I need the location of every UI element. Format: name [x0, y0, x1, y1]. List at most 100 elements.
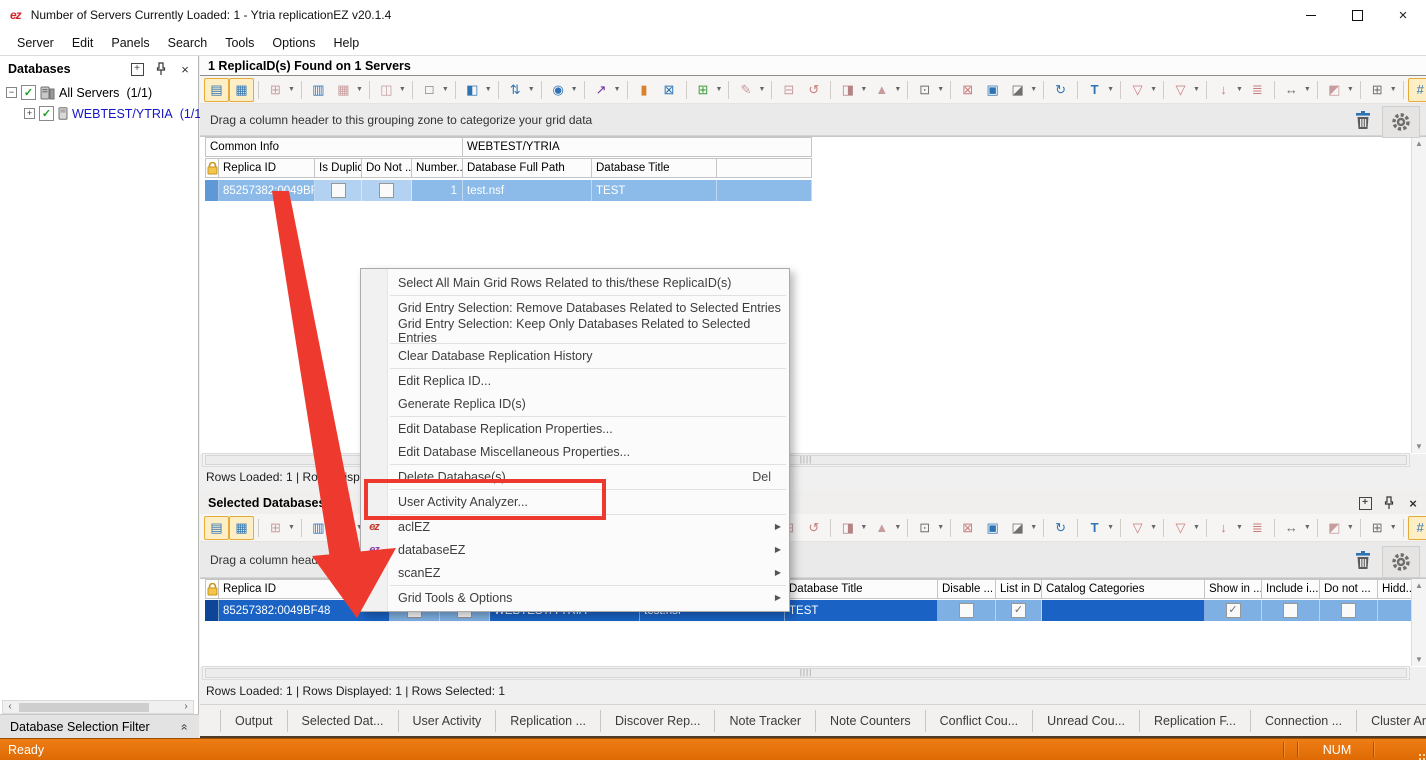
- scrollbar-thumb[interactable]: ||||: [205, 668, 1407, 678]
- cell-show-in[interactable]: ✓: [1205, 600, 1262, 621]
- cell-include-i[interactable]: [1262, 600, 1320, 621]
- filter-selected-button[interactable]: ▽: [1168, 78, 1193, 102]
- column-header-database-title[interactable]: Database Title: [785, 579, 938, 599]
- scrollbar-thumb[interactable]: [19, 703, 149, 712]
- column-header-include-i[interactable]: Include i...: [1262, 579, 1320, 599]
- tree-checkbox[interactable]: ✓: [39, 106, 54, 121]
- view-rows-button[interactable]: ▤: [204, 516, 229, 540]
- scroll-up-icon[interactable]: ▲: [1415, 579, 1423, 592]
- refresh-grid-button[interactable]: ▣: [980, 78, 1005, 102]
- view-rows-button[interactable]: ▤: [204, 78, 229, 102]
- column-header-blank[interactable]: [205, 158, 219, 178]
- column-header-do-not[interactable]: Do Not ...: [362, 158, 412, 178]
- expand-rows-button[interactable]: ≣: [1245, 78, 1270, 102]
- dropdown-arrow-icon[interactable]: ▼: [1150, 86, 1157, 93]
- sort-button[interactable]: ↓: [1211, 78, 1236, 102]
- group-header-common-info[interactable]: Common Info: [205, 137, 463, 157]
- dropdown-arrow-icon[interactable]: ▼: [894, 524, 901, 531]
- dropdown-arrow-icon[interactable]: ▼: [485, 86, 492, 93]
- dropdown-arrow-icon[interactable]: ▼: [937, 524, 944, 531]
- checkbox[interactable]: [1341, 603, 1356, 618]
- dropdown-arrow-icon[interactable]: ▼: [1107, 86, 1114, 93]
- cell-replica-id[interactable]: 85257382:0049BF48: [219, 180, 315, 201]
- tab-connection[interactable]: Connection ...: [1251, 710, 1357, 732]
- time-columns-button[interactable]: ◨: [835, 78, 860, 102]
- pin-icon[interactable]: [154, 62, 168, 76]
- menu-item-grid-tools-options[interactable]: Grid Tools & Options▶: [361, 586, 789, 609]
- view-grid-button[interactable]: ▦: [229, 78, 254, 102]
- tree-item-webtest-ytria[interactable]: +✓WEBTEST/YTRIA(1/1): [0, 103, 198, 124]
- dropdown-arrow-icon[interactable]: ▼: [571, 86, 578, 93]
- dropdown-arrow-icon[interactable]: ▼: [1236, 86, 1243, 93]
- tab-cluster-anal[interactable]: Cluster Anal...: [1357, 710, 1426, 732]
- grouping-zone[interactable]: Drag a column header to this grouping zo…: [200, 104, 1426, 136]
- sidebar-hscrollbar[interactable]: ‹ ›: [2, 700, 194, 714]
- dropdown-arrow-icon[interactable]: ▼: [1304, 86, 1311, 93]
- cell-database-title[interactable]: TEST: [592, 180, 717, 201]
- tab-discover-rep[interactable]: Discover Rep...: [601, 710, 715, 732]
- menu-panels[interactable]: Panels: [102, 30, 158, 55]
- tab-note-tracker[interactable]: Note Tracker: [715, 710, 816, 732]
- column-visibility-button[interactable]: ▥: [306, 516, 331, 540]
- number-format-button[interactable]: #: [1408, 78, 1426, 102]
- selection-mode-button[interactable]: □: [417, 78, 442, 102]
- delete-rows-button[interactable]: [1354, 110, 1372, 135]
- cell-is-duplic[interactable]: [315, 180, 362, 201]
- dropdown-arrow-icon[interactable]: ▼: [1390, 86, 1397, 93]
- menu-item-edit-database-replication-properties[interactable]: Edit Database Replication Properties...: [361, 417, 789, 440]
- text-tools-button[interactable]: T: [1082, 78, 1107, 102]
- selected-grid-hscrollbar[interactable]: ||||: [202, 666, 1410, 680]
- tab-unread-cou[interactable]: Unread Cou...: [1033, 710, 1140, 732]
- dropdown-arrow-icon[interactable]: ▼: [1304, 524, 1311, 531]
- menu-search[interactable]: Search: [159, 30, 217, 55]
- filter-button[interactable]: ▽: [1125, 78, 1150, 102]
- dropdown-arrow-icon[interactable]: ▼: [1347, 86, 1354, 93]
- menu-help[interactable]: Help: [325, 30, 369, 55]
- cell-list-in-d[interactable]: ✓: [996, 600, 1042, 621]
- cell-do-not[interactable]: [362, 180, 412, 201]
- column-header-is-duplic[interactable]: Is Duplic...: [315, 158, 362, 178]
- cell-blank[interactable]: [205, 600, 219, 621]
- dropdown-arrow-icon[interactable]: ▼: [860, 86, 867, 93]
- dropdown-arrow-icon[interactable]: ▼: [614, 86, 621, 93]
- main-grid-vscrollbar[interactable]: ▲ ▼: [1411, 137, 1426, 453]
- column-header-show-in[interactable]: Show in ...: [1205, 579, 1262, 599]
- merge-button[interactable]: ⊞: [1365, 78, 1390, 102]
- dropdown-arrow-icon[interactable]: ▼: [288, 524, 295, 531]
- dropdown-arrow-icon[interactable]: ▼: [894, 86, 901, 93]
- menu-item-user-activity-analyzer[interactable]: User Activity Analyzer...: [361, 490, 789, 513]
- tree-checkbox[interactable]: ✓: [21, 85, 36, 100]
- tab-output[interactable]: Output: [220, 710, 288, 732]
- menu-tools[interactable]: Tools: [216, 30, 263, 55]
- column-header-blank[interactable]: [717, 158, 812, 178]
- tab-conflict-cou[interactable]: Conflict Cou...: [926, 710, 1034, 732]
- discard-refresh-button[interactable]: ⊠: [955, 78, 980, 102]
- cell-blank[interactable]: [717, 180, 812, 201]
- checkbox[interactable]: [1283, 603, 1298, 618]
- menu-options[interactable]: Options: [263, 30, 324, 55]
- cell-number[interactable]: 1: [412, 180, 463, 201]
- scroll-down-icon[interactable]: ▼: [1415, 440, 1423, 453]
- collapse-chevron-icon[interactable]: »: [177, 723, 191, 730]
- freeze-columns-button[interactable]: ◫: [374, 78, 399, 102]
- close-button[interactable]: ×: [1380, 0, 1426, 30]
- focus-button[interactable]: ⊡: [912, 516, 937, 540]
- dropdown-arrow-icon[interactable]: ▼: [442, 86, 449, 93]
- format-painter-button[interactable]: ◩: [1322, 78, 1347, 102]
- dropdown-arrow-icon[interactable]: ▼: [758, 86, 765, 93]
- dropdown-arrow-icon[interactable]: ▼: [1193, 524, 1200, 531]
- menu-item-scanez[interactable]: ezscanEZ▶: [361, 561, 789, 584]
- menu-server[interactable]: Server: [8, 30, 63, 55]
- grid-lines-button[interactable]: ▦: [331, 78, 356, 102]
- cell-database-full-path[interactable]: test.nsf: [463, 180, 592, 201]
- dropdown-arrow-icon[interactable]: ▼: [1030, 524, 1037, 531]
- time-columns-button[interactable]: ◨: [835, 516, 860, 540]
- checkbox[interactable]: [331, 183, 346, 198]
- menu-item-clear-database-replication-history[interactable]: Clear Database Replication History: [361, 344, 789, 367]
- column-header-database-full-path[interactable]: Database Full Path: [463, 158, 592, 178]
- scroll-down-icon[interactable]: ▼: [1415, 653, 1423, 666]
- discard-refresh-button[interactable]: ⊠: [955, 516, 980, 540]
- apply-changes-button[interactable]: ⊞: [691, 78, 716, 102]
- delete-rows-button[interactable]: [1354, 550, 1372, 575]
- menu-item-aclez[interactable]: ezaclEZ▶: [361, 515, 789, 538]
